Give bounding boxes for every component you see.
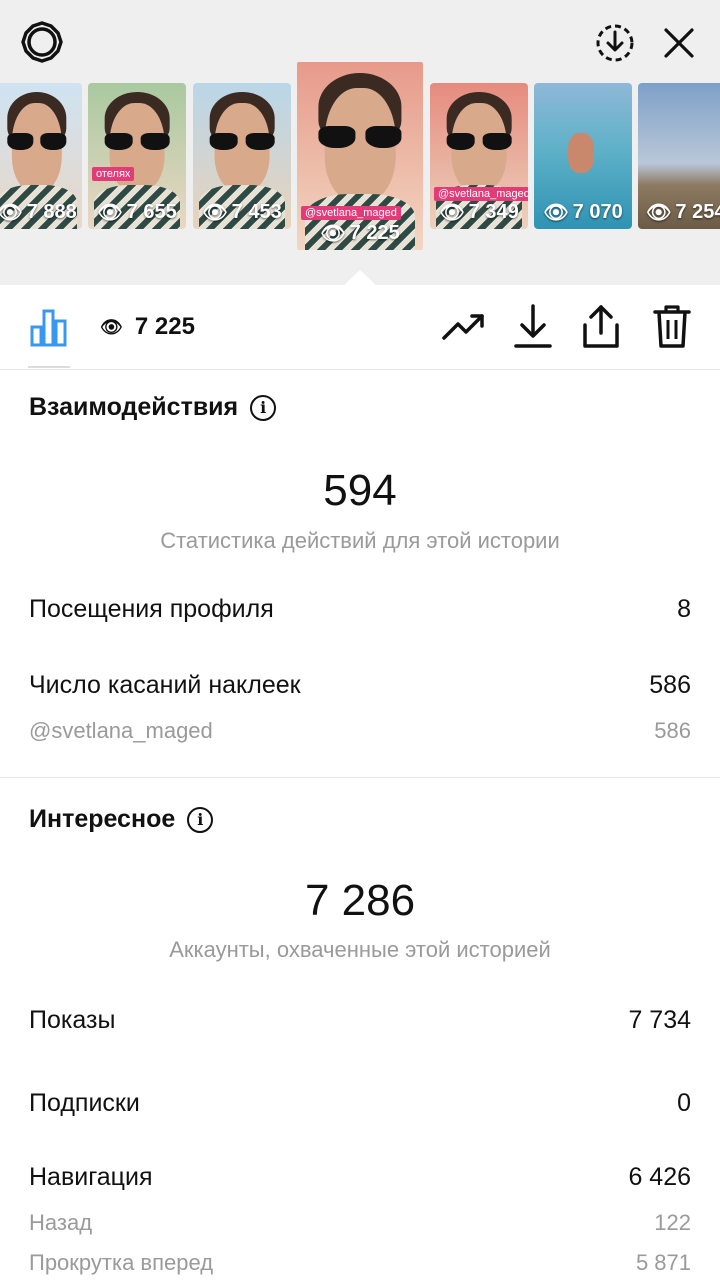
eye-icon: 👁: [439, 202, 465, 224]
promote-button[interactable]: [440, 305, 488, 349]
section-title: Интересное: [29, 805, 176, 833]
save-button[interactable]: [512, 302, 554, 350]
metric-value: 7 734: [628, 1006, 691, 1034]
story-thumbnail[interactable]: отелях 👁 7 655: [88, 83, 186, 229]
discovery-total: 7 286: [304, 876, 416, 925]
thumbnail-views: 7 655: [126, 201, 177, 223]
thumbnail-views: 7 254: [675, 201, 720, 223]
metric-row: Подписки 0: [29, 1089, 691, 1118]
views-count: 7 225: [134, 313, 195, 340]
metric-value: 0: [677, 1089, 691, 1117]
metric-sub-value: 586: [654, 718, 691, 743]
metric-label: Подписки: [29, 1089, 140, 1117]
story-thumbnail-selected[interactable]: @svetlana_maged 👁 7 225: [297, 62, 423, 250]
metric-label: Показы: [29, 1006, 116, 1034]
metric-label: Число касаний наклеек: [29, 671, 301, 699]
metric-sub-value: 122: [654, 1210, 691, 1235]
trending-up-icon: [442, 314, 484, 340]
views-summary[interactable]: 👁 7 225: [100, 313, 195, 341]
download-icon: [514, 304, 552, 348]
metric-sub-row: Назад 122: [29, 1210, 691, 1236]
thumbnail-views: 7 349: [468, 201, 519, 223]
metric-label: Навигация: [29, 1163, 153, 1191]
eye-icon: 👁: [202, 202, 228, 224]
story-thumbnail[interactable]: @svetlana_maged 👁 7 349: [430, 83, 528, 229]
delete-button[interactable]: [650, 302, 694, 350]
metric-sub-label: Прокрутка вперед: [29, 1250, 214, 1275]
bar-chart-icon: [30, 309, 67, 347]
metric-sub-label: @svetlana_maged: [29, 718, 213, 743]
sticker-tag: @svetlana_maged: [301, 206, 401, 220]
discovery-caption: Аккаунты, охваченные этой историей: [169, 937, 551, 962]
metric-row: Показы 7 734: [29, 1006, 691, 1035]
eye-icon: 👁: [97, 202, 123, 224]
section-divider: [0, 777, 720, 778]
section-title: Взаимодействия: [29, 393, 239, 421]
story-thumbnail[interactable]: 👁 7 453: [193, 83, 291, 229]
metric-row: Посещения профиля 8: [29, 595, 691, 624]
interactions-caption: Статистика действий для этой истории: [160, 528, 560, 553]
thumbnail-views: 7 225: [349, 222, 400, 244]
interactions-total: 594: [323, 466, 397, 515]
thumbnail-views: 7 888: [26, 201, 77, 223]
tab-underline: [28, 366, 70, 368]
metric-row: Число касаний наклеек 586: [29, 671, 691, 700]
eye-icon: 👁: [100, 316, 123, 337]
eye-icon: 👁: [646, 202, 672, 224]
metric-sub-row: @svetlana_maged 586: [29, 718, 691, 744]
metric-value: 8: [677, 595, 691, 623]
thumbnail-views: 7 453: [231, 201, 282, 223]
metric-value: 6 426: [628, 1163, 691, 1191]
eye-icon: 👁: [543, 202, 569, 224]
story-thumbnail[interactable]: 👁 7 888: [0, 83, 82, 229]
metric-sub-row: Прокрутка вперед 5 871: [29, 1250, 691, 1276]
share-icon: [583, 305, 619, 348]
metric-sub-label: Назад: [29, 1210, 93, 1235]
metric-row: Навигация 6 426: [29, 1163, 691, 1192]
trash-icon: [653, 305, 691, 348]
interactions-section-title: Взаимодействия i: [29, 393, 277, 422]
story-thumbnail[interactable]: 👁 7 070: [534, 83, 632, 229]
sticker-tag: отелях: [92, 167, 135, 181]
info-icon[interactable]: i: [187, 806, 214, 833]
metric-label: Посещения профиля: [29, 595, 274, 623]
share-button[interactable]: [578, 302, 624, 350]
story-thumbnail[interactable]: 👁 7 254: [638, 83, 720, 229]
discovery-section-title: Интересное i: [29, 805, 214, 834]
eye-icon: 👁: [320, 223, 346, 245]
story-thumbnails: 👁 7 888 отелях 👁 7 655 👁 7 453 @svetlana_ma…: [0, 0, 720, 285]
metric-sub-value: 5 871: [635, 1250, 691, 1275]
eye-icon: 👁: [0, 202, 23, 224]
metric-value: 586: [649, 671, 691, 699]
info-icon[interactable]: i: [250, 394, 277, 421]
sticker-tag: @svetlana_maged: [434, 187, 528, 201]
insights-tab[interactable]: [28, 305, 70, 349]
selected-pointer: [343, 270, 377, 286]
thumbnail-views: 7 070: [572, 201, 623, 223]
